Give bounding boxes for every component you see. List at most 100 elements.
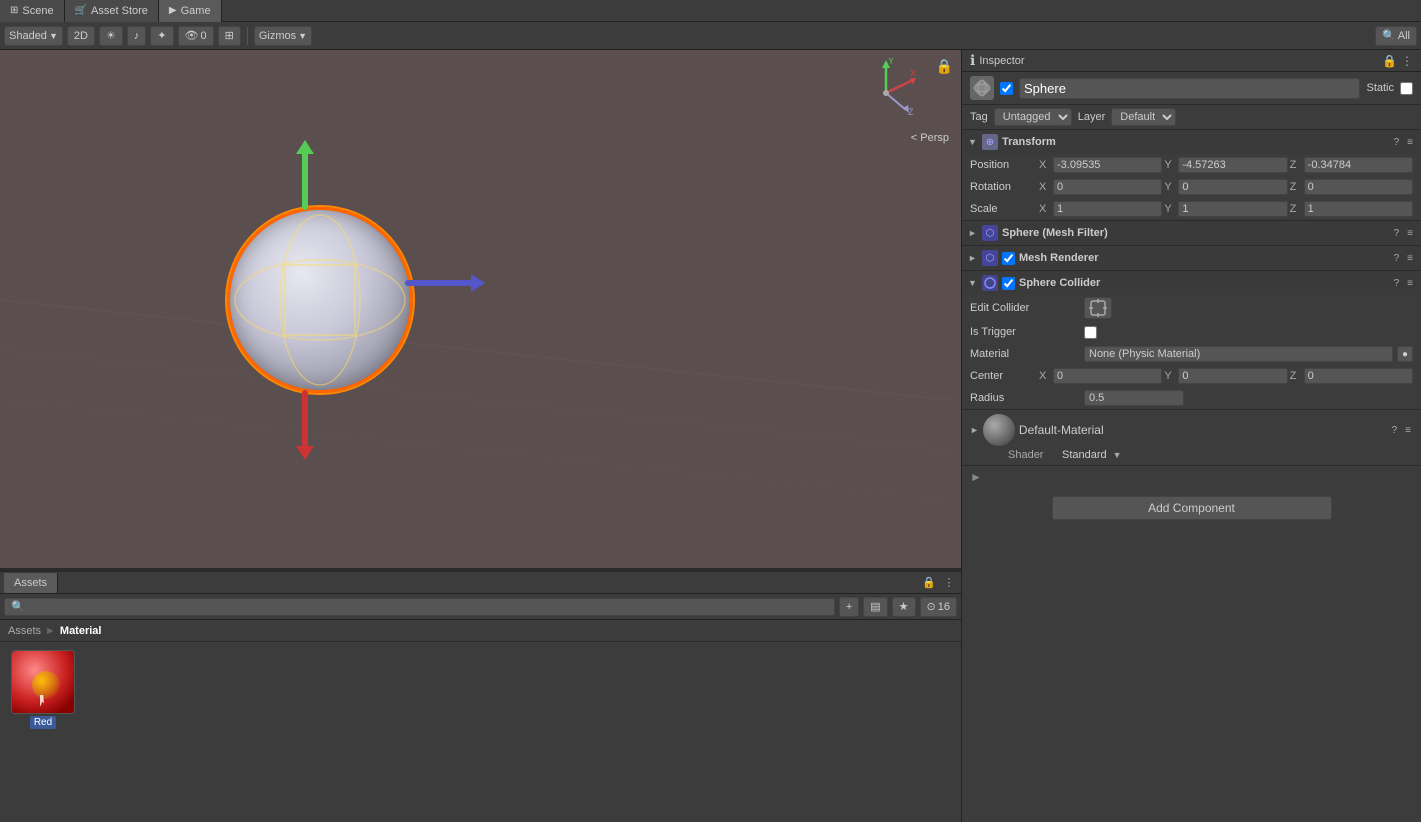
grid-button[interactable]: ⊞ <box>218 26 241 46</box>
persp-label: < Persp <box>911 132 949 144</box>
is-trigger-row: Is Trigger <box>962 321 1421 343</box>
2d-button[interactable]: 2D <box>67 26 95 46</box>
assets-search-input[interactable] <box>28 601 828 613</box>
meshrenderer-collapse-icon: ► <box>968 253 978 263</box>
plus-icon: + <box>846 601 852 613</box>
edit-collider-label: Edit Collider <box>970 302 1080 314</box>
assets-tab[interactable]: Assets <box>4 573 58 593</box>
collider-collapse-icon: ▼ <box>968 278 978 288</box>
position-y-input[interactable] <box>1178 157 1287 173</box>
layer-select[interactable]: Default <box>1111 108 1176 126</box>
meshrenderer-settings-icon[interactable]: ≡ <box>1405 253 1415 264</box>
sphere-collider-header[interactable]: ▼ Sphere Collider ? ≡ <box>962 271 1421 295</box>
assets-search-field[interactable]: 🔍 <box>4 598 835 616</box>
scale-x-input[interactable] <box>1053 201 1162 217</box>
material-header: ► Default-Material ? ≡ <box>970 414 1413 446</box>
center-y-input[interactable] <box>1178 368 1287 384</box>
position-z-input[interactable] <box>1304 157 1413 173</box>
shaded-dropdown[interactable]: Shaded ▼ <box>4 26 63 46</box>
mesh-renderer-checkbox[interactable] <box>1002 252 1015 265</box>
rotation-label: Rotation <box>970 181 1035 193</box>
asset-sphere-preview <box>12 651 75 714</box>
transform-help-icon[interactable]: ? <box>1392 137 1402 148</box>
center-x-input[interactable] <box>1053 368 1162 384</box>
radius-input[interactable] <box>1084 390 1184 406</box>
filter-btn[interactable]: ▤ <box>863 597 887 617</box>
radius-row: Radius <box>962 387 1421 409</box>
rot-x-label: X <box>1039 181 1051 193</box>
rotation-y-input[interactable] <box>1178 179 1287 195</box>
object-name-input[interactable] <box>1019 78 1360 99</box>
asset-item-red[interactable]: Red <box>8 650 78 729</box>
scene-sphere[interactable] <box>220 200 420 400</box>
sphere-collider-checkbox[interactable] <box>1002 277 1015 290</box>
audio-button[interactable]: ♪ <box>127 26 147 46</box>
add-component-button[interactable]: Add Component <box>1052 496 1332 520</box>
collider-help-icon[interactable]: ? <box>1392 278 1402 289</box>
tab-scene[interactable]: ⊞ Scene <box>0 0 65 22</box>
position-z-field: Z <box>1290 157 1413 173</box>
mesh-filter-header[interactable]: ► ⬡ Sphere (Mesh Filter) ? ≡ <box>962 221 1421 245</box>
rotation-z-input[interactable] <box>1304 179 1413 195</box>
search-btn[interactable]: 🔍 All <box>1375 26 1417 46</box>
effects-button[interactable]: ✦ <box>150 26 173 46</box>
position-row: Position X Y Z <box>962 154 1421 176</box>
scene-view: Y X Z < Persp 🔒 <box>0 50 961 568</box>
scale-label: Scale <box>970 203 1035 215</box>
material-help-icon[interactable]: ? <box>1390 425 1400 436</box>
material-settings-icon[interactable]: ≡ <box>1403 425 1413 436</box>
meshfilter-settings-icon[interactable]: ≡ <box>1405 228 1415 239</box>
meshfilter-help-icon[interactable]: ? <box>1392 228 1402 239</box>
inspector-lock-icon[interactable]: 🔒 <box>1382 54 1397 68</box>
panel-more-icon[interactable]: ⋮ <box>941 575 957 591</box>
scene-tab-icon: ⊞ <box>10 5 18 16</box>
rotation-x-input[interactable] <box>1053 179 1162 195</box>
badge-count-btn[interactable]: ⊙ 16 <box>920 597 957 617</box>
expand-arrow[interactable]: ► <box>970 470 982 484</box>
meshfilter-actions: ? ≡ <box>1392 228 1415 239</box>
inspector-more-icon[interactable]: ⋮ <box>1401 54 1413 68</box>
shader-value: Standard <box>1062 449 1107 461</box>
rot-y-label: Y <box>1164 181 1176 193</box>
speaker-icon: ♪ <box>134 30 140 42</box>
hidden-layers-button[interactable]: 👁 0 <box>178 26 214 46</box>
position-x-input[interactable] <box>1053 157 1162 173</box>
tab-game[interactable]: ▶ Game <box>159 0 222 22</box>
mesh-renderer-header[interactable]: ► ⬡ Mesh Renderer ? ≡ <box>962 246 1421 270</box>
collider-settings-icon[interactable]: ≡ <box>1405 278 1415 289</box>
edit-collider-button[interactable] <box>1084 297 1112 319</box>
breadcrumb-assets[interactable]: Assets <box>8 625 41 637</box>
position-label: Position <box>970 159 1035 171</box>
scale-y-input[interactable] <box>1178 201 1287 217</box>
transform-settings-icon[interactable]: ≡ <box>1405 137 1415 148</box>
scene-gizmo[interactable]: Y X Z <box>851 58 921 128</box>
gizmos-dropdown[interactable]: Gizmos ▼ <box>254 26 312 46</box>
fav-btn[interactable]: ★ <box>892 597 916 617</box>
physic-material-picker[interactable]: ● <box>1397 346 1413 362</box>
2d-label: 2D <box>74 30 88 42</box>
is-trigger-checkbox[interactable] <box>1084 326 1097 339</box>
tab-asset-store[interactable]: 🛒 Asset Store <box>65 0 159 22</box>
panel-lock-icon[interactable]: 🔒 <box>921 575 937 591</box>
gizmos-chevron: ▼ <box>298 31 307 41</box>
create-assets-btn[interactable]: + <box>839 597 859 617</box>
lighting-button[interactable]: ☀ <box>99 26 123 46</box>
meshrenderer-title: Mesh Renderer <box>1019 252 1388 264</box>
meshrenderer-help-icon[interactable]: ? <box>1392 253 1402 264</box>
toolbar-divider <box>247 27 248 45</box>
assets-tab-label: Assets <box>14 577 47 589</box>
transform-header[interactable]: ▼ ⊕ Transform ? ≡ <box>962 130 1421 154</box>
game-tab-label: Game <box>181 5 211 17</box>
object-active-checkbox[interactable] <box>1000 82 1013 95</box>
scene-lock-icon[interactable]: 🔒 <box>936 58 953 75</box>
scale-xyz: X Y Z <box>1039 201 1413 217</box>
asset-store-label: Asset Store <box>91 5 148 17</box>
asset-label-red: Red <box>30 716 56 729</box>
badge-count: 16 <box>938 601 950 613</box>
radius-label: Radius <box>970 392 1080 404</box>
scale-z-input[interactable] <box>1304 201 1413 217</box>
tag-select[interactable]: Untagged <box>994 108 1072 126</box>
assets-panel-actions: 🔒 ⋮ <box>921 575 957 591</box>
center-z-input[interactable] <box>1304 368 1413 384</box>
static-checkbox[interactable] <box>1400 82 1413 95</box>
